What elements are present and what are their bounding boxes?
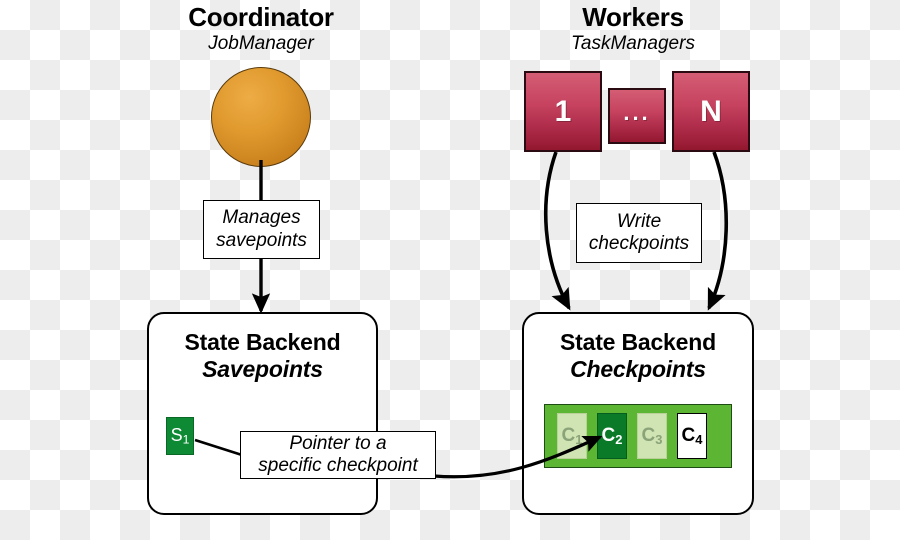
coordinator-node[interactable] <box>211 67 311 167</box>
checkpoint-chip-c2[interactable]: C2 <box>597 413 627 459</box>
savepoint-backend-title-line2: Savepoints <box>202 356 323 383</box>
pointer-callout-box: Pointer to a specific checkpoint <box>240 431 436 479</box>
write-checkpoints-label: Write checkpoints <box>576 203 702 263</box>
checkpoint-chip-c3-prefix: C <box>641 425 656 446</box>
checkpoint-backend-title-line2: Checkpoints <box>570 356 706 383</box>
checkpoint-chip-c4-index: 4 <box>695 431 703 447</box>
checkpoint-chip-c1[interactable]: C1 <box>557 413 587 459</box>
arrow-layer <box>251 151 729 314</box>
coordinator-column-subtitle: JobManager <box>208 33 314 54</box>
savepoint-backend-title: State Backend Savepoints <box>147 329 378 383</box>
checkpoint-backend-title-line1: State Backend <box>560 329 716 355</box>
workers-column-title: Workers <box>582 2 684 32</box>
checkpoint-chip-c4[interactable]: C4 <box>677 413 707 459</box>
checkpoint-chip-c4-prefix: C <box>681 425 696 446</box>
checkpoint-chip-c2-index: 2 <box>615 431 623 447</box>
worker-node-ellipsis: ... <box>608 88 666 144</box>
worker-node-1[interactable]: 1 <box>524 71 602 152</box>
manages-savepoints-line1: Manages <box>222 207 301 229</box>
savepoint-chip-index: 1 <box>182 432 190 447</box>
arrow-workerN-to-checkpoints <box>707 151 729 311</box>
checkpoint-chip-c3[interactable]: C3 <box>637 413 667 459</box>
checkpoint-chip-c2-prefix: C <box>601 425 616 446</box>
manages-savepoints-line2: savepoints <box>216 229 307 251</box>
pointer-callout-line1: Pointer to a <box>289 432 387 454</box>
checkpoint-chip-c3-index: 3 <box>655 431 663 447</box>
write-checkpoints-line2: checkpoints <box>588 233 690 254</box>
checkpoint-backend-title: State Backend Checkpoints <box>522 329 754 383</box>
checkpoint-chip-c1-prefix: C <box>561 425 576 446</box>
manages-savepoints-label: Manages savepoints <box>203 200 320 259</box>
pointer-callout-line2: specific checkpoint <box>258 455 418 476</box>
checkpoint-strip: C1 C2 C3 C4 <box>544 404 732 468</box>
workers-column-subtitle: TaskManagers <box>571 33 695 54</box>
checkpoint-chip-c1-index: 1 <box>575 431 583 447</box>
worker-node-n[interactable]: N <box>672 71 750 152</box>
coordinator-column-title: Coordinator <box>188 2 334 32</box>
diagram-canvas: Coordinator JobManager Workers TaskManag… <box>0 0 900 540</box>
pointer-arrow-layer <box>194 435 603 479</box>
savepoint-chip-s1[interactable]: S1 <box>166 417 194 455</box>
savepoint-chip-prefix: S <box>170 425 183 446</box>
write-checkpoints-line1: Write <box>616 210 662 232</box>
savepoint-backend-title-line1: State Backend <box>184 329 341 355</box>
arrow-worker1-to-checkpoints <box>543 151 571 311</box>
